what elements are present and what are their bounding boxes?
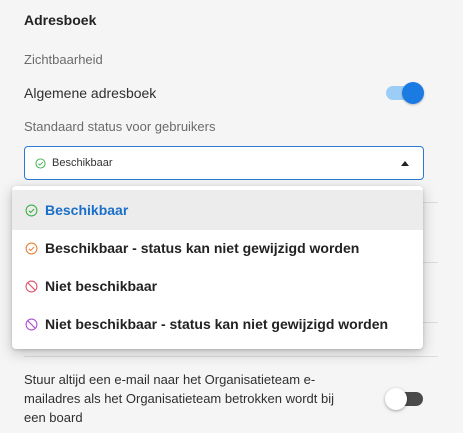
option-label: Beschikbaar xyxy=(45,202,129,218)
option-niet-beschikbaar-locked[interactable]: Niet beschikbaar - status kan niet gewij… xyxy=(12,304,423,344)
address-book-toggle[interactable] xyxy=(386,82,424,104)
email-toggle[interactable] xyxy=(385,388,423,410)
option-beschikbaar-locked[interactable]: Beschikbaar - status kan niet gewijzigd … xyxy=(12,228,423,268)
default-status-select[interactable]: Beschikbaar xyxy=(24,146,424,180)
check-circle-icon xyxy=(25,242,38,255)
check-circle-icon xyxy=(35,157,46,169)
toggle-knob xyxy=(385,388,407,410)
address-book-label: Algemene adresboek xyxy=(24,85,157,101)
section-title: Adresboek xyxy=(24,12,97,28)
toggle-knob xyxy=(402,82,424,104)
block-icon xyxy=(25,280,38,293)
visibility-label: Zichtbaarheid xyxy=(24,52,103,67)
email-toggle-label: Stuur altijd een e-mail naar het Organis… xyxy=(24,372,334,425)
option-label: Niet beschikbaar xyxy=(45,278,158,294)
check-circle-icon xyxy=(25,204,38,217)
option-beschikbaar[interactable]: Beschikbaar xyxy=(12,190,423,230)
option-label: Beschikbaar - status kan niet gewijzigd … xyxy=(45,240,360,256)
caret-up-icon xyxy=(401,161,409,166)
option-niet-beschikbaar[interactable]: Niet beschikbaar xyxy=(12,266,423,306)
default-status-label: Standaard status voor gebruikers xyxy=(24,119,216,134)
divider xyxy=(24,356,438,357)
option-label: Niet beschikbaar - status kan niet gewij… xyxy=(45,316,389,332)
block-icon xyxy=(25,318,38,331)
select-value: Beschikbaar xyxy=(52,157,113,169)
status-dropdown-menu: Beschikbaar Beschikbaar - status kan nie… xyxy=(12,186,423,349)
